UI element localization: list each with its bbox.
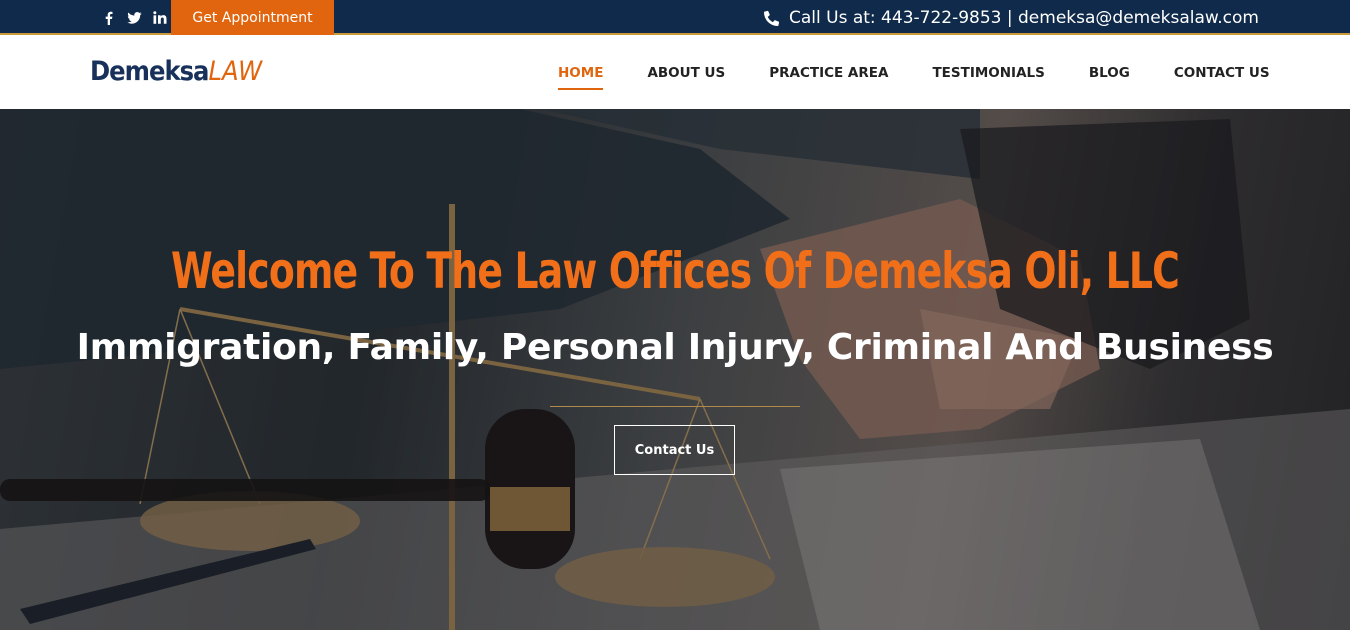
top-bar: Get Appointment Call Us at: 443-722-9853… <box>0 0 1350 35</box>
hero-overlay <box>0 109 1350 630</box>
main-navigation: Demeksa LAW HOME ABOUT US PRACTICE AREA T… <box>0 37 1350 109</box>
get-appointment-button[interactable]: Get Appointment <box>171 0 334 35</box>
contact-text: Call Us at: 443-722-9853 | demeksa@demek… <box>789 7 1259 28</box>
nav-item-blog[interactable]: BLOG <box>1067 37 1152 109</box>
hero-headline: Welcome To The Law Offices Of Demeksa Ol… <box>171 242 1180 300</box>
nav-item-practice-area[interactable]: PRACTICE AREA <box>747 37 910 109</box>
site-logo[interactable]: Demeksa LAW <box>90 56 262 90</box>
logo-text-demeksa: Demeksa <box>90 56 209 87</box>
nav-item-contact-us[interactable]: CONTACT US <box>1152 37 1292 109</box>
linkedin-icon[interactable] <box>147 0 173 35</box>
contact-info: Call Us at: 443-722-9853 | demeksa@demek… <box>763 0 1259 35</box>
facebook-icon[interactable] <box>95 0 121 35</box>
twitter-icon[interactable] <box>121 0 147 35</box>
hero-divider <box>550 406 800 407</box>
phone-icon <box>763 9 781 27</box>
nav-item-testimonials[interactable]: TESTIMONIALS <box>910 37 1066 109</box>
contact-us-button[interactable]: Contact Us <box>614 425 735 475</box>
nav-item-about-us[interactable]: ABOUT US <box>625 37 747 109</box>
nav-item-home[interactable]: HOME <box>536 37 625 109</box>
nav-menu: HOME ABOUT US PRACTICE AREA TESTIMONIALS… <box>536 37 1292 109</box>
logo-text-law: LAW <box>208 56 263 87</box>
hero-banner: Welcome To The Law Offices Of Demeksa Ol… <box>0 109 1350 630</box>
hero-subheadline: Immigration, Family, Personal Injury, Cr… <box>76 327 1274 368</box>
social-links <box>95 0 173 35</box>
